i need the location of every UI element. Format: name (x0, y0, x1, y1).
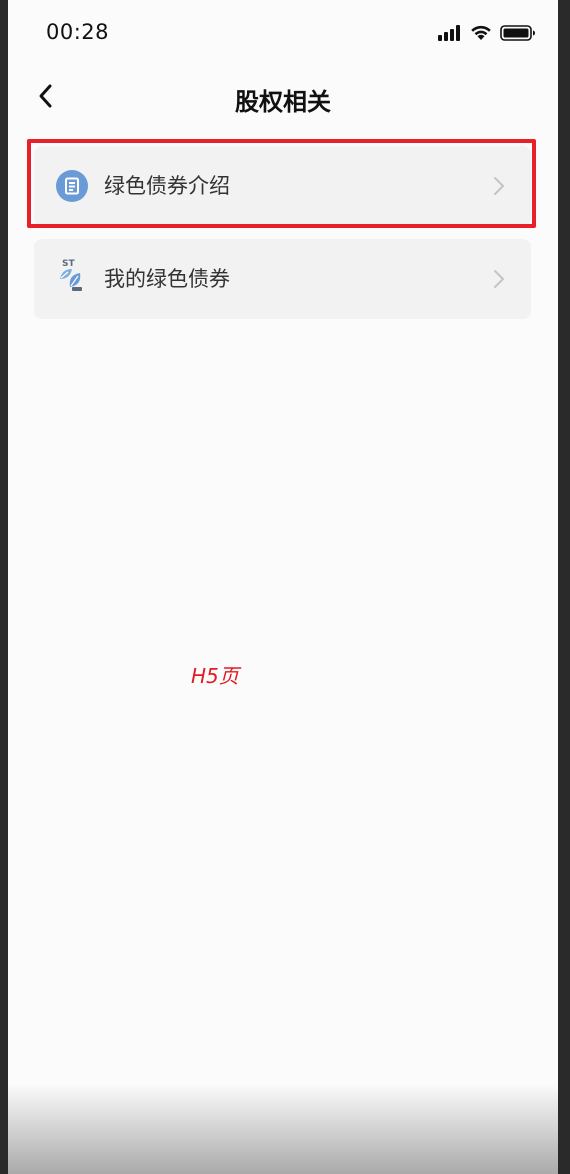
wifi-icon (470, 25, 492, 45)
menu-item-my-green-bonds[interactable]: ST 我的绿色债券 (34, 239, 531, 319)
nav-bar: 股权相关 (8, 70, 558, 128)
page-title: 股权相关 (235, 88, 331, 116)
h5-page-annotation: H5页 (191, 664, 239, 688)
chevron-right-icon (493, 176, 505, 196)
status-time: 00:28 (46, 20, 110, 44)
menu-item-green-bond-intro[interactable]: 绿色债券介绍 (34, 146, 531, 226)
document-icon (56, 170, 88, 202)
signal-icon (438, 25, 462, 45)
menu-item-label: 绿色债券介绍 (104, 174, 230, 198)
status-bar: 00:28 (8, 0, 558, 70)
chevron-right-icon (493, 269, 505, 289)
svg-text:ST: ST (62, 259, 75, 269)
bottom-fade (8, 1084, 558, 1174)
battery-icon (500, 25, 536, 45)
menu-item-label: 我的绿色债券 (104, 267, 230, 291)
status-icons (438, 25, 536, 45)
st-leaf-icon: ST (56, 259, 88, 295)
phone-screen: 00:28 股权相关 绿色债券介绍 ST 我的绿色债券 H5页 (8, 0, 558, 1174)
